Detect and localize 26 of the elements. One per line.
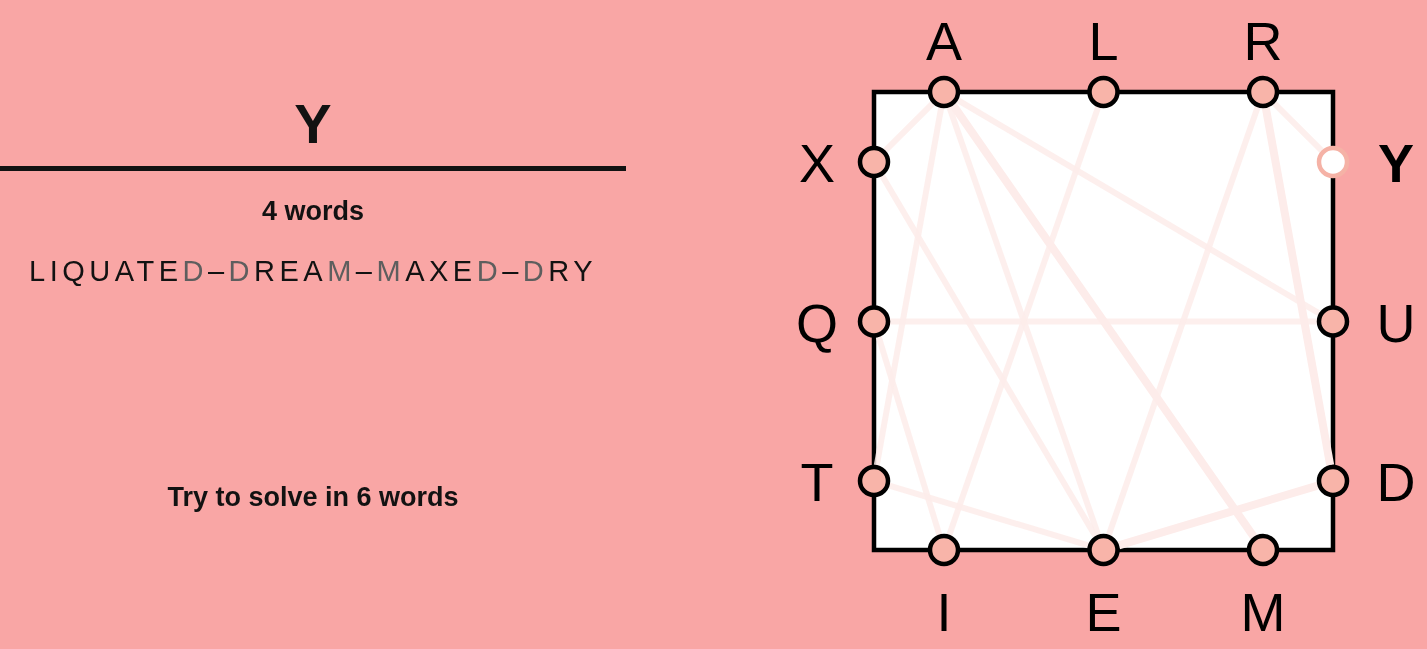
- letter-node[interactable]: [1316, 464, 1350, 498]
- letter-label: R: [1243, 11, 1283, 71]
- letter-label: T: [800, 452, 834, 512]
- letter-label: Y: [1378, 133, 1414, 193]
- letter-node[interactable]: [1246, 75, 1280, 109]
- current-word: Y: [294, 96, 332, 152]
- letter-label: L: [1088, 11, 1119, 71]
- letter-node[interactable]: [1246, 533, 1280, 567]
- letter-label: A: [926, 11, 962, 71]
- letter-label: D: [1376, 452, 1416, 512]
- goal-text: Try to solve in 6 words: [167, 484, 459, 511]
- letter-node[interactable]: [857, 305, 891, 338]
- letter-node[interactable]: [1087, 75, 1120, 109]
- letter-label: M: [1240, 582, 1286, 642]
- letter-label: U: [1376, 292, 1416, 353]
- letter-node[interactable]: [857, 464, 891, 498]
- letter-node[interactable]: [927, 533, 961, 567]
- letter-node[interactable]: [857, 145, 891, 179]
- letter-label: X: [799, 133, 835, 193]
- letter-label: E: [1085, 582, 1122, 642]
- letter-node[interactable]: [1316, 305, 1350, 338]
- word-count: 4 words: [262, 198, 364, 225]
- letter-node[interactable]: [927, 75, 961, 109]
- letter-label: I: [936, 582, 952, 642]
- letter-node[interactable]: [1087, 533, 1120, 567]
- letter-label: Q: [796, 292, 838, 353]
